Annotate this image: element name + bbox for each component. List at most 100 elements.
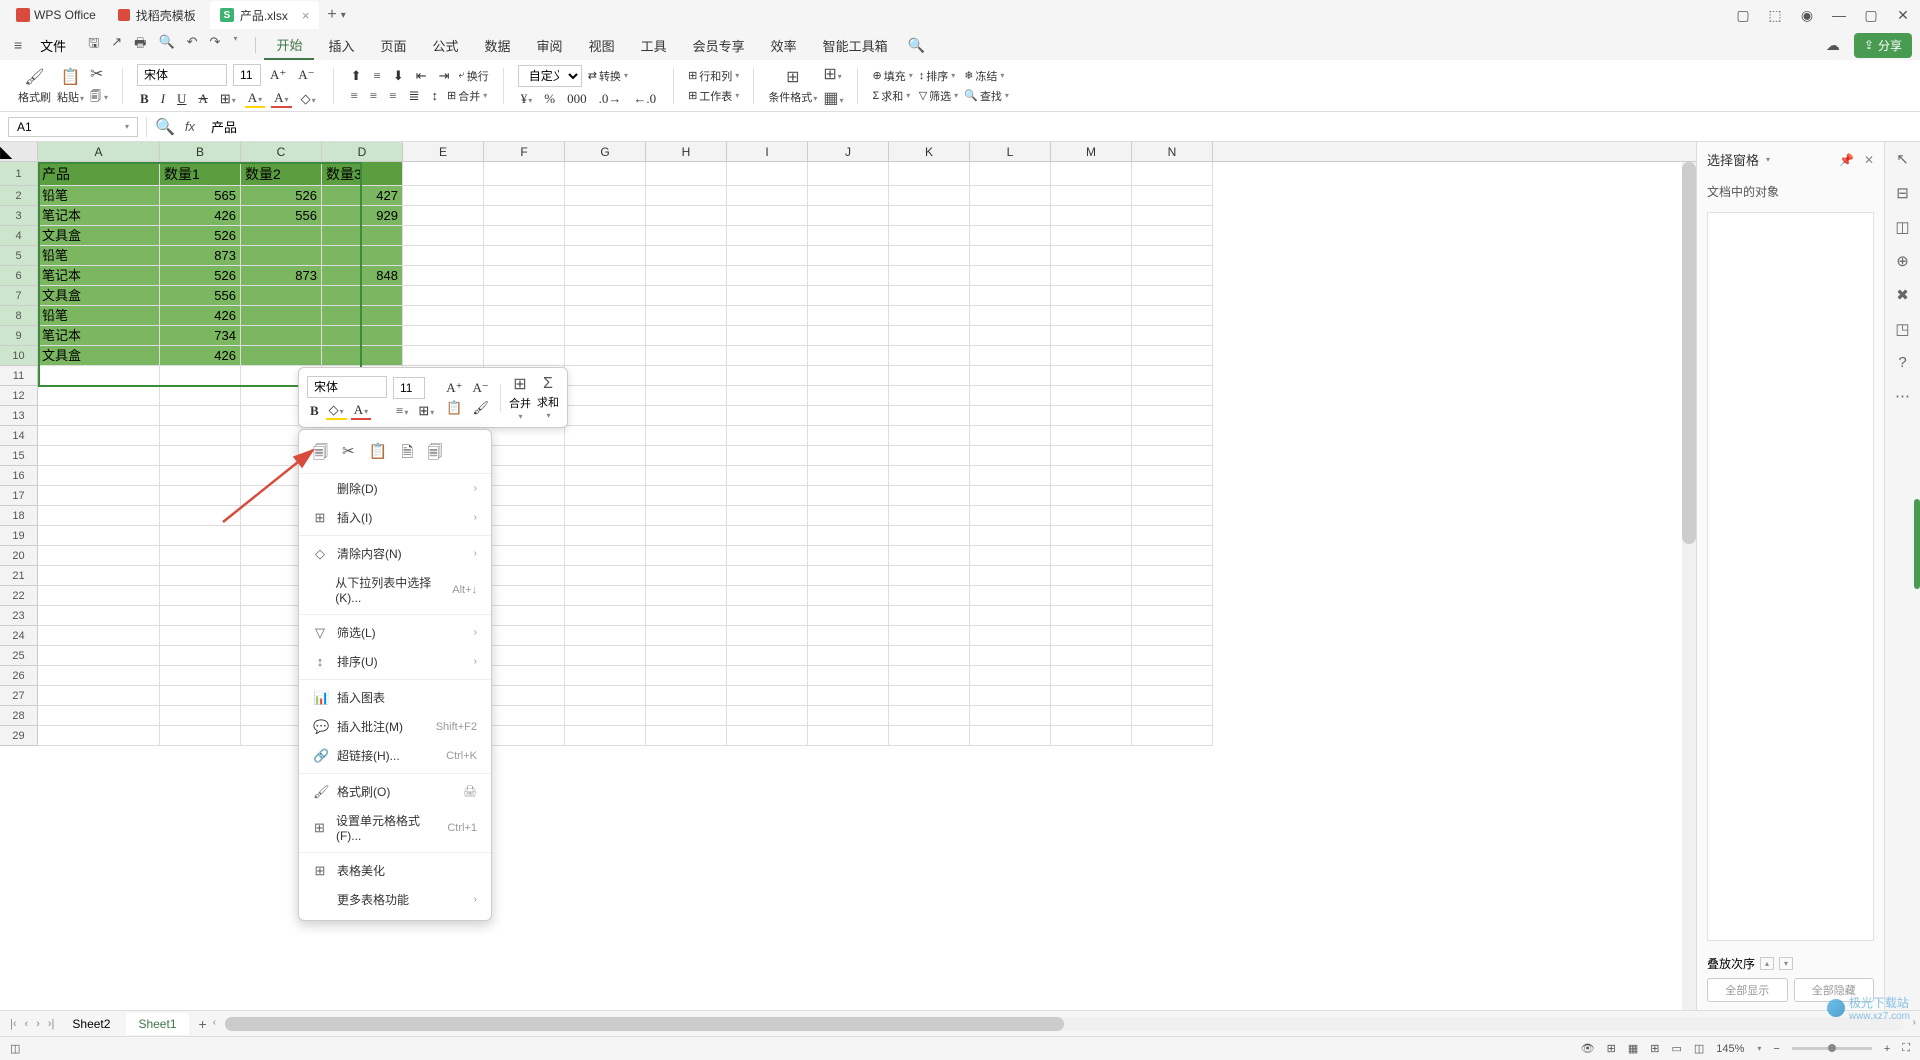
col-H[interactable]: H	[646, 142, 727, 161]
ctx-cell-format[interactable]: ⊞设置单元格格式(F)...Ctrl+1	[299, 806, 491, 849]
row-header[interactable]: 7	[0, 286, 38, 306]
ctx-insert[interactable]: ⊞插入(I)›	[299, 503, 491, 532]
tab-efficiency[interactable]: 效率	[759, 32, 809, 59]
border-button[interactable]: ⊞▾	[217, 91, 239, 107]
view-eye-icon[interactable]: 👁	[1581, 1042, 1595, 1055]
zoom-out-button[interactable]: −	[1773, 1043, 1779, 1055]
cell[interactable]: 426	[160, 206, 241, 226]
cell[interactable]: 929	[322, 206, 403, 226]
cell[interactable]: 556	[241, 206, 322, 226]
col-A[interactable]: A	[38, 142, 160, 161]
fullscreen-icon[interactable]: ⛶	[1902, 1042, 1910, 1055]
row-header[interactable]: 18	[0, 506, 38, 526]
select-tool-icon[interactable]: ↖	[1896, 150, 1909, 168]
fill-color-button[interactable]: ◇▾	[298, 91, 319, 107]
rowcol-button[interactable]: ⊞行和列▾	[688, 68, 739, 84]
cut-icon[interactable]: ✂	[90, 64, 108, 84]
mini-paste[interactable]: 📋	[443, 400, 465, 416]
merge-button[interactable]: ⊞合并▾	[447, 88, 487, 104]
sheet-nav-first[interactable]: |‹	[8, 1018, 19, 1030]
col-K[interactable]: K	[889, 142, 970, 161]
tab-review[interactable]: 审阅	[525, 32, 575, 59]
cell[interactable]: 文具盒	[38, 286, 160, 306]
zoom-slider[interactable]	[1792, 1047, 1872, 1050]
select-all-corner[interactable]: ◣	[0, 142, 38, 161]
rail-icon-4[interactable]: ⊕	[1896, 252, 1909, 270]
user-icon[interactable]: ◉	[1798, 7, 1816, 24]
ctx-more[interactable]: 更多表格功能›	[299, 885, 491, 914]
align-left-icon[interactable]: ≡	[348, 88, 361, 104]
redo-icon[interactable]: ↷	[210, 34, 221, 56]
bold-button[interactable]: B	[137, 91, 152, 107]
view-page-icon[interactable]: ▭	[1671, 1042, 1681, 1055]
cell[interactable]: 426	[160, 346, 241, 366]
col-C[interactable]: C	[241, 142, 322, 161]
orientation-icon[interactable]: ↕	[429, 88, 442, 104]
ctx-paste-text-icon[interactable]: 🗎	[401, 442, 413, 467]
row-header[interactable]: 6	[0, 266, 38, 286]
sheet-nav-next[interactable]: ›	[34, 1018, 42, 1030]
cell[interactable]: 铅笔	[38, 306, 160, 326]
ctx-paste-icon[interactable]: 📋	[369, 442, 388, 467]
row-header[interactable]: 28	[0, 706, 38, 726]
tab-templates[interactable]: 找稻壳模板	[108, 1, 206, 29]
col-G[interactable]: G	[565, 142, 646, 161]
mini-align[interactable]: ≡▾	[393, 403, 411, 419]
col-I[interactable]: I	[727, 142, 808, 161]
maximize-button[interactable]: ▢	[1862, 7, 1880, 24]
rail-icon-6[interactable]: ◳	[1895, 320, 1909, 338]
table-style-icon[interactable]: ⊞▾	[823, 64, 843, 84]
align-right-icon[interactable]: ≡	[386, 88, 399, 104]
row-header[interactable]: 11	[0, 366, 38, 386]
cell-B1[interactable]: 数量1	[160, 162, 241, 186]
cell[interactable]	[241, 286, 322, 306]
cell[interactable]: 873	[241, 266, 322, 286]
tab-add-button[interactable]: +	[327, 6, 336, 24]
print-icon[interactable]: 🖶	[134, 34, 146, 56]
mini-font-name[interactable]	[307, 376, 387, 398]
qat-dropdown[interactable]: ▾	[233, 34, 237, 56]
row-header[interactable]: 1	[0, 162, 38, 186]
more-icon[interactable]: ⋯	[1895, 387, 1910, 405]
close-icon[interactable]: ×	[302, 8, 310, 23]
align-bottom-icon[interactable]: ⬇	[390, 68, 407, 84]
cell[interactable]: 铅笔	[38, 246, 160, 266]
row-header[interactable]: 17	[0, 486, 38, 506]
share-button[interactable]: ⇪ 分享	[1854, 33, 1912, 58]
cell[interactable]: 565	[160, 186, 241, 206]
row-header[interactable]: 13	[0, 406, 38, 426]
rail-icon-2[interactable]: ⊟	[1896, 184, 1909, 202]
tab-product-xlsx[interactable]: S 产品.xlsx ×	[210, 1, 320, 29]
cell[interactable]: 笔记本	[38, 266, 160, 286]
indent-dec-icon[interactable]: ⇤	[413, 68, 430, 84]
mini-merge[interactable]: ⊞合并▾	[509, 374, 531, 421]
row-header[interactable]: 15	[0, 446, 38, 466]
tab-start[interactable]: 开始	[264, 31, 314, 60]
tab-insert[interactable]: 插入	[316, 32, 366, 59]
zoom-in-button[interactable]: +	[1884, 1043, 1890, 1055]
row-header[interactable]: 3	[0, 206, 38, 226]
cell[interactable]: 526	[160, 266, 241, 286]
row-header[interactable]: 22	[0, 586, 38, 606]
tab-add-dropdown[interactable]: ▾	[341, 10, 346, 21]
mini-inc-font[interactable]: A⁺	[443, 380, 465, 396]
col-J[interactable]: J	[808, 142, 889, 161]
mini-sum[interactable]: Σ求和▾	[537, 375, 559, 420]
increase-font-icon[interactable]: A⁺	[267, 67, 289, 83]
tab-page[interactable]: 页面	[369, 32, 419, 59]
cube-icon[interactable]: ⬚	[1766, 7, 1784, 24]
cell[interactable]: 铅笔	[38, 186, 160, 206]
undo-icon[interactable]: ↶	[187, 34, 198, 56]
ctx-sort[interactable]: ↕排序(U)›	[299, 647, 491, 676]
row-header[interactable]: 10	[0, 346, 38, 366]
horizontal-scrollbar[interactable]: ‹›	[225, 1017, 1904, 1031]
col-L[interactable]: L	[970, 142, 1051, 161]
show-all-button[interactable]: 全部显示	[1707, 978, 1788, 1002]
fill-button[interactable]: ⊕填充▾	[872, 68, 912, 84]
cell[interactable]: 426	[160, 306, 241, 326]
dec-increase-icon[interactable]: .0→	[596, 91, 625, 107]
font-color-button[interactable]: A▾	[271, 90, 291, 108]
row-header[interactable]: 19	[0, 526, 38, 546]
name-box[interactable]: A1▾	[8, 117, 138, 137]
number-format-select[interactable]: 自定义	[518, 65, 582, 87]
